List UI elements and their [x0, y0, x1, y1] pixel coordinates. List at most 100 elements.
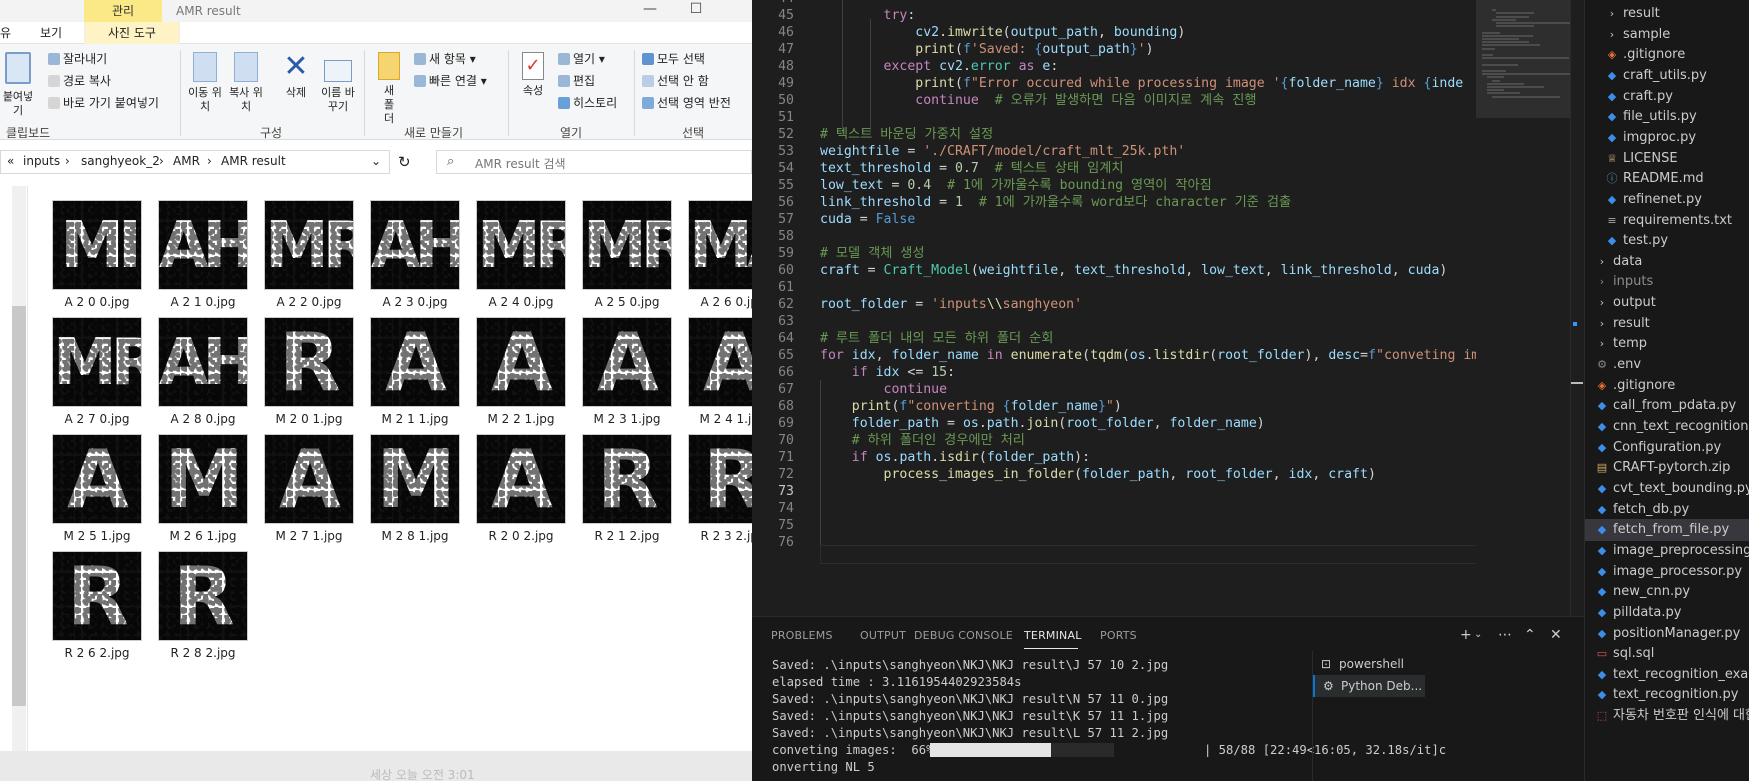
- tree-file[interactable]: ◆ cnn_text_recognition.py: [1585, 416, 1749, 438]
- breadcrumb-sanghyeok[interactable]: sanghyeok_2: [81, 154, 160, 168]
- tree-file[interactable]: ◆ fetch_from_file.py: [1585, 519, 1749, 542]
- tree-folder[interactable]: › sample: [1585, 24, 1749, 46]
- tree-folder[interactable]: › result: [1585, 313, 1749, 335]
- tree-file[interactable]: ◆ image_processor.py: [1585, 561, 1749, 583]
- file-tile[interactable]: R R 2 8 2.jpg: [150, 543, 250, 661]
- delete-button[interactable]: ✕ 삭제: [280, 52, 312, 100]
- tree-file[interactable]: ◆ Configuration.py: [1585, 437, 1749, 459]
- tree-file[interactable]: ◆ image_preprocessing.py: [1585, 540, 1749, 562]
- terminal-python-debug[interactable]: ⚙ Python Deb...: [1313, 675, 1425, 697]
- tree-file[interactable]: ◆ call_from_pdata.py: [1585, 395, 1749, 417]
- file-tile[interactable]: A M 2 4 1.jpg: [680, 309, 752, 427]
- paste-button[interactable]: 붙여넣기: [0, 52, 38, 118]
- maximize-panel-icon[interactable]: ⌃: [1524, 627, 1536, 643]
- tree-file[interactable]: ◆ fetch_db.py: [1585, 499, 1749, 521]
- refresh-icon[interactable]: ↻: [398, 153, 411, 171]
- breadcrumb-inputs[interactable]: inputs: [23, 154, 60, 168]
- new-terminal-icon[interactable]: +: [1460, 627, 1472, 643]
- paste-shortcut-button[interactable]: 바로 가기 붙여넣기: [48, 94, 159, 111]
- select-none-button[interactable]: 선택 안 함: [642, 72, 709, 89]
- tree-file[interactable]: ◆ positionManager.py: [1585, 623, 1749, 645]
- tree-file[interactable]: ◆ craft_utils.py: [1585, 65, 1749, 87]
- file-tile[interactable]: AH A 2 1 0.jpg: [150, 192, 250, 310]
- file-tile[interactable]: A M 2 7 1.jpg: [256, 426, 356, 544]
- tree-file[interactable]: ◆ text_recognition.py: [1585, 684, 1749, 706]
- tree-file[interactable]: ◆ new_cnn.py: [1585, 581, 1749, 603]
- file-tile[interactable]: A M 2 5 1.jpg: [44, 426, 144, 544]
- select-all-button[interactable]: 모두 선택: [642, 50, 705, 67]
- more-actions-icon[interactable]: ⋯: [1498, 627, 1512, 643]
- tree-folder[interactable]: › result: [1585, 3, 1749, 25]
- tree-file[interactable]: ▭ sql.sql: [1585, 643, 1749, 665]
- copy-path-button[interactable]: 경로 복사: [48, 72, 111, 89]
- tab-share[interactable]: 유: [0, 22, 11, 44]
- tree-file[interactable]: ◈ .gitignore: [1585, 375, 1749, 397]
- cut-button[interactable]: 잘라내기: [48, 50, 107, 67]
- file-tile[interactable]: M M 2 6 1.jpg: [150, 426, 250, 544]
- new-folder-button[interactable]: 새 폴더: [372, 52, 406, 126]
- history-button[interactable]: 히스토리: [558, 94, 617, 111]
- tree-folder[interactable]: › output: [1585, 292, 1749, 314]
- new-item-button[interactable]: 새 항목 ▾: [414, 50, 476, 67]
- breadcrumb[interactable]: « inputs › sanghyeok_2 › AMR › AMR resul…: [0, 150, 390, 174]
- tree-file[interactable]: ◆ refinenet.py: [1585, 189, 1749, 211]
- nav-scrollbar-thumb[interactable]: [12, 306, 26, 706]
- tree-folder[interactable]: › temp: [1585, 333, 1749, 355]
- tab-picture-tools[interactable]: 사진 도구: [84, 22, 180, 44]
- move-to-button[interactable]: 이동 위치: [186, 52, 224, 114]
- tab-problems[interactable]: PROBLEMS: [771, 629, 833, 642]
- file-tile[interactable]: A M 2 2 1.jpg: [468, 309, 568, 427]
- tree-file[interactable]: ◆ craft.py: [1585, 86, 1749, 108]
- overflow-chevron-icon[interactable]: «: [7, 154, 14, 168]
- properties-button[interactable]: ✓ 속성: [516, 52, 550, 98]
- tree-file[interactable]: ◆ pilldata.py: [1585, 602, 1749, 624]
- tab-terminal[interactable]: TERMINAL: [1024, 629, 1082, 642]
- file-tile[interactable]: A M 2 1 1.jpg: [362, 309, 462, 427]
- file-tile[interactable]: MR A 2 2 0.jpg: [256, 192, 356, 310]
- tree-file[interactable]: ◆ file_utils.py: [1585, 106, 1749, 128]
- file-tile[interactable]: R R 2 6 2.jpg: [44, 543, 144, 661]
- file-tile[interactable]: R M 2 0 1.jpg: [256, 309, 356, 427]
- breadcrumb-amr[interactable]: AMR: [173, 154, 200, 168]
- tree-file[interactable]: ◈ .gitignore: [1585, 44, 1749, 66]
- file-tile[interactable]: A R 2 0 2.jpg: [468, 426, 568, 544]
- file-tile[interactable]: MI A 2 0 0.jpg: [44, 192, 144, 310]
- tab-ports[interactable]: PORTS: [1100, 629, 1137, 642]
- file-tile[interactable]: MR A 2 4 0.jpg: [468, 192, 568, 310]
- file-tile[interactable]: AH A 2 8 0.jpg: [150, 309, 250, 427]
- chevron-down-icon[interactable]: ⌄: [371, 154, 381, 168]
- code-editor[interactable]: 4445 try:46 cv2.imwrite(output_path, bou…: [752, 0, 1584, 616]
- copy-to-button[interactable]: 복사 위치: [226, 52, 266, 114]
- code-line[interactable]: 76: [752, 533, 1584, 552]
- file-tile[interactable]: R R 2 3 2.jpg: [680, 426, 752, 544]
- file-tile[interactable]: MA A 2 6 0.jpg: [680, 192, 752, 310]
- search-input[interactable]: ⌕ AMR result 검색: [436, 150, 752, 174]
- tab-output[interactable]: OUTPUT: [860, 629, 906, 642]
- file-tile[interactable]: AH A 2 3 0.jpg: [362, 192, 462, 310]
- breadcrumb-amr-result[interactable]: AMR result: [221, 154, 286, 168]
- file-tile[interactable]: MR A 2 5 0.jpg: [574, 192, 674, 310]
- tree-file[interactable]: ▤ CRAFT-pytorch.zip: [1585, 457, 1749, 479]
- tree-file[interactable]: ⚙ .env: [1585, 354, 1749, 376]
- maximize-icon[interactable]: ☐: [676, 0, 716, 22]
- chevron-down-icon[interactable]: ⌄: [1474, 629, 1482, 640]
- open-button[interactable]: 열기 ▾: [558, 50, 605, 67]
- editor-scrollbar[interactable]: [1570, 0, 1584, 616]
- rename-button[interactable]: 이름 바꾸기: [318, 52, 358, 114]
- tree-file[interactable]: ◆ imgproc.py: [1585, 127, 1749, 149]
- file-tile[interactable]: M M 2 8 1.jpg: [362, 426, 462, 544]
- minimap-slider[interactable]: [1476, 0, 1582, 118]
- file-tile[interactable]: R R 2 1 2.jpg: [574, 426, 674, 544]
- tree-file[interactable]: ◆ test.py: [1585, 230, 1749, 252]
- tab-debug-console[interactable]: DEBUG CONSOLE: [914, 629, 1013, 642]
- tree-folder[interactable]: › data: [1585, 251, 1749, 273]
- tree-file[interactable]: ≡ requirements.txt: [1585, 210, 1749, 232]
- tree-file[interactable]: ◆ cvt_text_bounding.py: [1585, 478, 1749, 500]
- invert-selection-button[interactable]: 선택 영역 반전: [642, 94, 731, 111]
- minimize-icon[interactable]: —: [630, 0, 670, 22]
- manage-context-tab[interactable]: 관리: [84, 0, 162, 22]
- close-panel-icon[interactable]: ✕: [1550, 627, 1562, 643]
- tree-file[interactable]: ♕ LICENSE: [1585, 148, 1749, 170]
- file-tile[interactable]: MR A 2 7 0.jpg: [44, 309, 144, 427]
- tree-file[interactable]: ◆ text_recognition_example.py: [1585, 664, 1749, 686]
